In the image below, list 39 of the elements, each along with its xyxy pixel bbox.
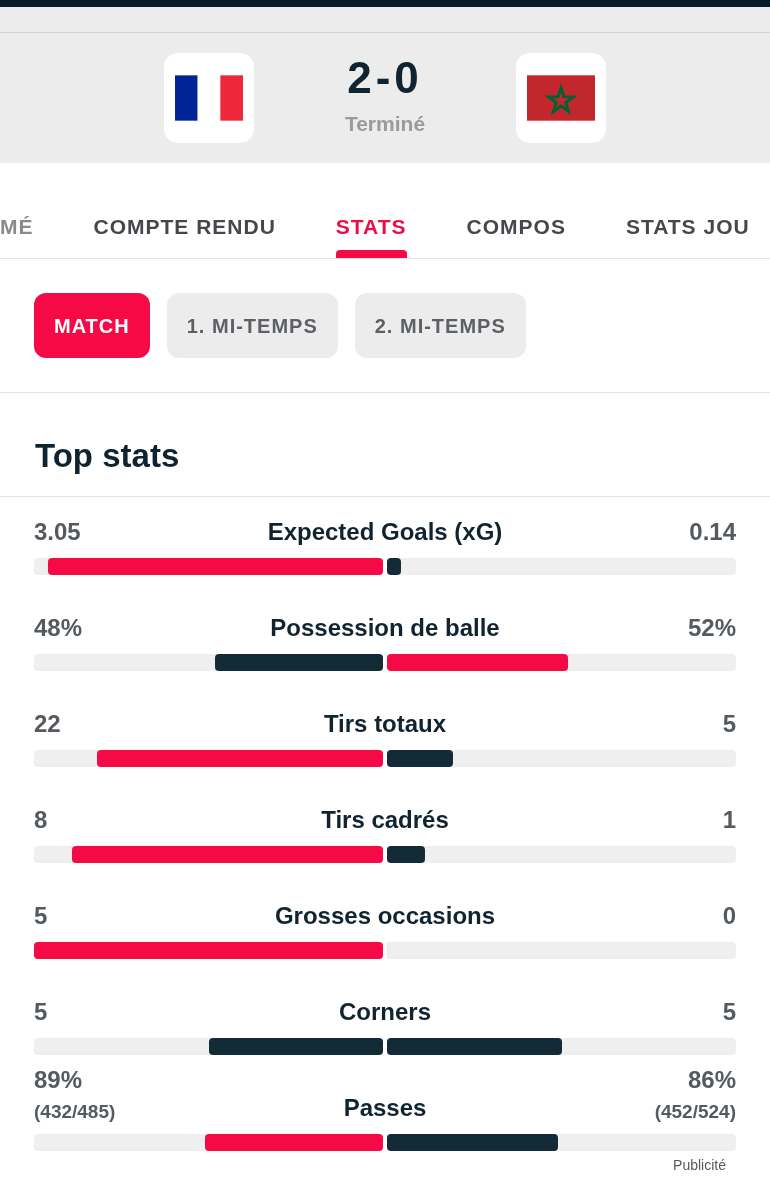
- away-value: 86%: [687, 1064, 736, 1095]
- ad-label: Publicité: [673, 1156, 726, 1175]
- team-flag[interactable]: [164, 53, 254, 143]
- match-score: 2-0: [347, 56, 423, 101]
- tab[interactable]: COMPOS: [466, 163, 566, 258]
- home-value: 22: [34, 709, 62, 739]
- period-button[interactable]: MATCH: [34, 293, 150, 358]
- tab[interactable]: COMPTE RENDU: [93, 163, 276, 258]
- stat-name: Passes: [343, 1093, 427, 1123]
- away-value: 52%: [687, 613, 736, 643]
- stat-name: Tirs cadrés: [321, 805, 449, 835]
- stat-name: Corners: [339, 997, 431, 1027]
- match-status: Terminé: [344, 111, 426, 138]
- away-value: 5: [722, 997, 736, 1027]
- tab[interactable]: MÉ: [0, 163, 34, 258]
- home-value: 5: [34, 901, 49, 931]
- flag-icon: [527, 75, 595, 121]
- period-button[interactable]: 2. MI-TEMPS: [354, 293, 526, 358]
- section-title: Top stats: [35, 435, 180, 476]
- away-value: 0.14: [689, 517, 736, 547]
- flag-icon: [175, 75, 243, 121]
- away-value: 1: [722, 805, 736, 835]
- home-value: 89%: [34, 1064, 84, 1095]
- away-value: 0: [722, 901, 736, 931]
- tab[interactable]: STATS JOU: [625, 163, 750, 258]
- home-value: 48%: [34, 613, 84, 643]
- stat-name: Expected Goals (xG): [267, 517, 503, 547]
- home-detail: (432/485): [34, 1099, 117, 1124]
- home-value: 8: [34, 805, 49, 835]
- home-value: 3.05: [34, 517, 82, 547]
- stat-name: Possession de balle: [270, 613, 500, 643]
- team-flag[interactable]: [516, 53, 606, 143]
- stat-name: Grosses occasions: [274, 901, 496, 931]
- away-value: 5: [722, 709, 736, 739]
- tab[interactable]: STATS: [335, 163, 407, 258]
- stat-name: Tirs totaux: [323, 709, 447, 739]
- period-button[interactable]: 1. MI-TEMPS: [166, 293, 338, 358]
- away-detail: (452/524): [654, 1099, 736, 1124]
- home-value: 5: [34, 997, 49, 1027]
